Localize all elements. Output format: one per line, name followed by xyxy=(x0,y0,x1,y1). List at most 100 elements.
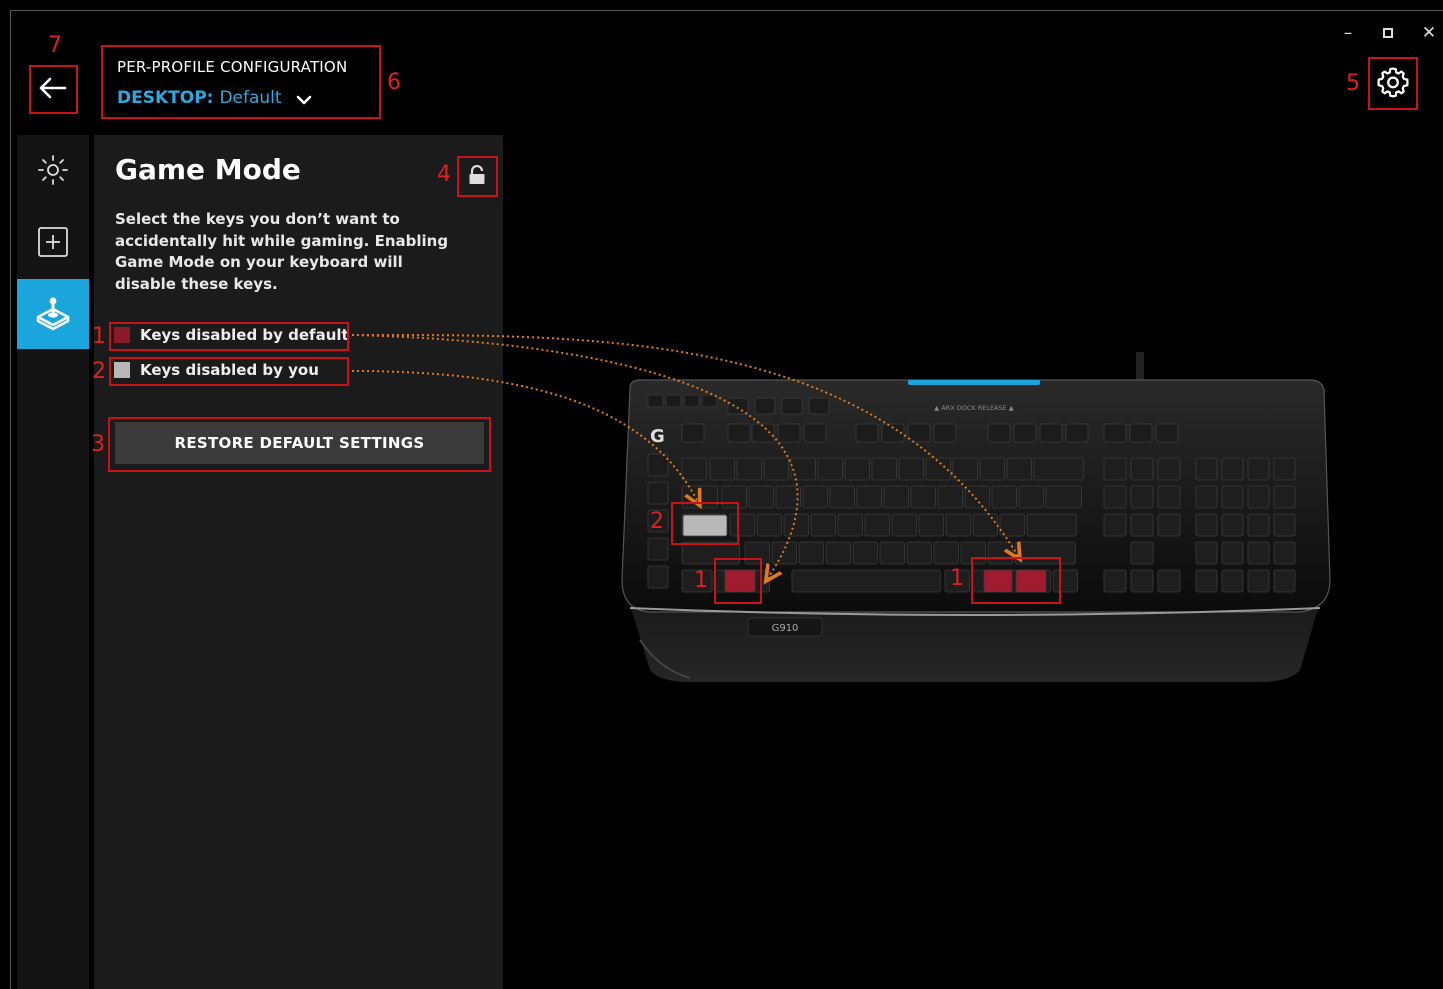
profile-dropdown[interactable]: DESKTOP: Default xyxy=(117,88,312,108)
function-key[interactable] xyxy=(751,423,775,443)
key[interactable] xyxy=(829,485,855,509)
key[interactable] xyxy=(898,457,924,481)
key[interactable] xyxy=(756,513,782,537)
nav-key[interactable] xyxy=(1103,513,1127,537)
numpad-key[interactable] xyxy=(1221,569,1244,593)
settings-button[interactable] xyxy=(1370,59,1416,107)
key[interactable] xyxy=(681,485,718,509)
nav-key[interactable] xyxy=(1157,485,1181,509)
numpad-key[interactable] xyxy=(1221,513,1244,537)
nav-key[interactable] xyxy=(1130,513,1154,537)
function-key[interactable] xyxy=(1039,423,1063,443)
sidebar-item-assignments[interactable] xyxy=(17,207,89,277)
key[interactable] xyxy=(748,485,774,509)
key[interactable] xyxy=(802,485,828,509)
function-key[interactable] xyxy=(681,423,705,443)
function-key[interactable] xyxy=(881,423,905,443)
g-key[interactable] xyxy=(647,453,669,477)
numpad-key[interactable] xyxy=(1221,541,1244,565)
key[interactable] xyxy=(925,457,951,481)
numpad-key[interactable] xyxy=(1247,457,1270,481)
key[interactable] xyxy=(852,541,878,565)
key[interactable] xyxy=(964,485,990,509)
key[interactable] xyxy=(729,513,755,537)
minimize-button[interactable]: – xyxy=(1337,22,1359,44)
function-key[interactable] xyxy=(727,423,751,443)
key[interactable] xyxy=(960,541,986,565)
key[interactable] xyxy=(972,513,998,537)
macro-key[interactable] xyxy=(683,394,700,408)
key[interactable] xyxy=(790,457,816,481)
numpad-key[interactable] xyxy=(1195,569,1218,593)
key[interactable] xyxy=(825,541,851,565)
arrow-key[interactable] xyxy=(1103,569,1127,593)
key[interactable] xyxy=(883,485,909,509)
g-key[interactable] xyxy=(647,537,669,561)
key[interactable] xyxy=(871,457,897,481)
key[interactable] xyxy=(1018,485,1044,509)
sidebar-item-game-mode[interactable] xyxy=(17,279,89,349)
lock-button[interactable] xyxy=(458,156,496,194)
key[interactable] xyxy=(810,513,836,537)
nav-key[interactable] xyxy=(1157,457,1181,481)
g-key[interactable] xyxy=(647,565,669,589)
key[interactable] xyxy=(999,513,1025,537)
numpad-key[interactable] xyxy=(1273,485,1296,509)
nav-key[interactable] xyxy=(1130,457,1154,481)
function-key[interactable] xyxy=(1129,423,1153,443)
numpad-key[interactable] xyxy=(1195,457,1218,481)
arrow-key[interactable] xyxy=(1130,541,1154,565)
key[interactable] xyxy=(891,513,917,537)
key[interactable] xyxy=(1026,513,1077,537)
arrow-key[interactable] xyxy=(1157,569,1181,593)
function-key[interactable] xyxy=(987,423,1011,443)
key[interactable] xyxy=(918,513,944,537)
function-key[interactable] xyxy=(1155,423,1179,443)
key[interactable] xyxy=(991,485,1017,509)
key[interactable] xyxy=(1014,541,1076,565)
keyboard-image[interactable]: ▲ ARX DOCK RELEASE ▲ G G910 xyxy=(600,340,1340,690)
numpad-key[interactable] xyxy=(1195,541,1218,565)
key[interactable] xyxy=(856,485,882,509)
arrow-key[interactable] xyxy=(1130,569,1154,593)
key[interactable] xyxy=(736,457,762,481)
key[interactable] xyxy=(906,541,932,565)
function-key[interactable] xyxy=(1103,423,1127,443)
sidebar-item-lighting[interactable] xyxy=(17,135,89,205)
key-disabled-default-win[interactable] xyxy=(724,569,756,593)
key[interactable] xyxy=(937,485,963,509)
media-key[interactable] xyxy=(808,397,830,415)
function-key[interactable] xyxy=(1065,423,1089,443)
media-key[interactable] xyxy=(727,397,749,415)
numpad-key[interactable] xyxy=(1273,569,1296,593)
key[interactable] xyxy=(817,457,843,481)
key[interactable] xyxy=(844,457,870,481)
key[interactable] xyxy=(791,569,941,593)
key[interactable] xyxy=(879,541,905,565)
function-key[interactable] xyxy=(777,423,801,443)
numpad-key[interactable] xyxy=(1247,541,1270,565)
key[interactable] xyxy=(910,485,936,509)
function-key[interactable] xyxy=(1013,423,1037,443)
key[interactable] xyxy=(771,541,797,565)
key[interactable] xyxy=(945,513,971,537)
function-key[interactable] xyxy=(803,423,827,443)
key[interactable] xyxy=(837,513,863,537)
numpad-key[interactable] xyxy=(1247,569,1270,593)
nav-key[interactable] xyxy=(1103,457,1127,481)
key[interactable] xyxy=(1052,569,1078,593)
restore-default-settings-button[interactable]: RESTORE DEFAULT SETTINGS xyxy=(115,422,484,464)
nav-key[interactable] xyxy=(1130,485,1154,509)
numpad-key[interactable] xyxy=(1273,513,1296,537)
nav-key[interactable] xyxy=(1157,513,1181,537)
key[interactable] xyxy=(1045,485,1082,509)
key[interactable] xyxy=(763,457,789,481)
key-disabled-default-win-right[interactable] xyxy=(983,569,1013,593)
numpad-key[interactable] xyxy=(1273,541,1296,565)
macro-key[interactable] xyxy=(665,394,682,408)
key[interactable] xyxy=(783,513,809,537)
macro-key[interactable] xyxy=(647,394,664,408)
maximize-button[interactable] xyxy=(1377,22,1399,44)
numpad-key[interactable] xyxy=(1221,485,1244,509)
key[interactable] xyxy=(952,457,978,481)
